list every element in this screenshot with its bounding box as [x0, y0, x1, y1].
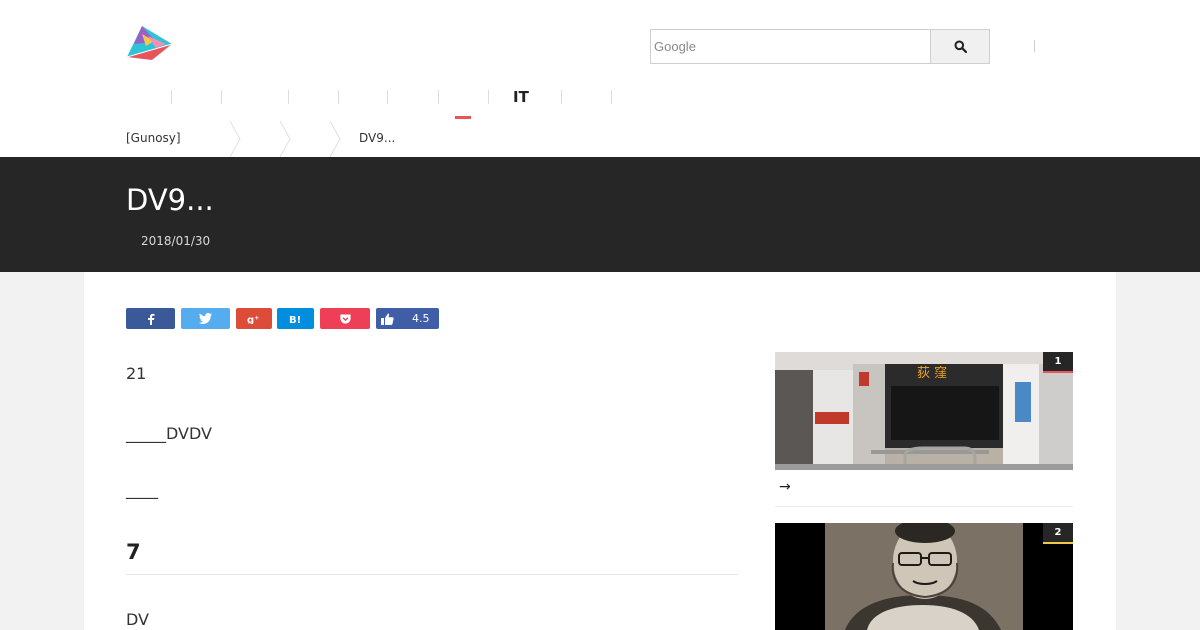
svg-text:g⁺: g⁺: [247, 315, 259, 324]
header-divider: [1034, 40, 1035, 52]
nav-separator: [387, 90, 388, 104]
hatena-bookmark-share-button[interactable]: B!: [277, 308, 314, 329]
rank-accent-line: [1043, 371, 1073, 373]
nav-separator: [288, 90, 289, 104]
ranking-card-image[interactable]: 2: [775, 523, 1073, 630]
nav-active-indicator: [455, 116, 471, 119]
nav-separator: [338, 90, 339, 104]
breadcrumb-chevron-icon: [329, 121, 341, 157]
card-divider: [775, 506, 1073, 507]
rank-accent-line: [1043, 542, 1073, 544]
article-section-heading: 7: [126, 540, 141, 564]
paper-plane-logo-icon[interactable]: [126, 24, 174, 62]
nav-separator: [221, 90, 222, 104]
subway-train-platform-photo: 荻 窪: [775, 352, 1073, 470]
article-paragraph-2: _____DVDV: [126, 424, 212, 443]
search-button[interactable]: [930, 29, 990, 64]
twitter-icon: [199, 313, 212, 324]
search-form: [650, 29, 990, 64]
google-plus-share-button[interactable]: g⁺: [236, 308, 272, 329]
svg-text:荻 窪: 荻 窪: [917, 365, 947, 381]
article-header: DV9... 2018/01/30: [0, 157, 1200, 272]
ranking-card-1[interactable]: 荻 窪 1 →: [775, 352, 1073, 507]
article-paragraph-3: ____: [126, 480, 158, 499]
nav-separator: [438, 90, 439, 104]
ranking-card-image[interactable]: 荻 窪 1: [775, 352, 1073, 470]
facebook-icon: [147, 313, 154, 325]
breadcrumb-home[interactable]: [Gunosy]: [126, 131, 181, 145]
ranking-card-caption[interactable]: →: [779, 479, 791, 495]
article-title: DV9...: [126, 183, 214, 217]
nav-separator: [171, 90, 172, 104]
like-button[interactable]: 4.5: [376, 308, 439, 329]
rank-badge: 2: [1043, 523, 1073, 543]
man-portrait-illustration: [775, 523, 1073, 630]
main-content: g⁺ B! 4.5 21 _____DVDV ____ 7 DV 荻 窪 1 →…: [84, 272, 1116, 630]
search-icon: [954, 40, 967, 53]
twitter-share-button[interactable]: [181, 308, 230, 329]
google-plus-icon: g⁺: [247, 315, 259, 324]
nav-separator: [561, 90, 562, 104]
breadcrumb-chevron-icon: [229, 121, 241, 157]
pocket-icon: [339, 314, 351, 324]
facebook-share-button[interactable]: [126, 308, 175, 329]
pocket-share-button[interactable]: [320, 308, 370, 329]
article-paragraph-4: DV: [126, 610, 149, 629]
breadcrumb-chevron-icon: [279, 121, 291, 157]
breadcrumb-current: DV9...: [359, 131, 396, 145]
svg-text:B!: B!: [289, 315, 301, 324]
ranking-card-2[interactable]: 2: [775, 523, 1073, 630]
article-date: 2018/01/30: [141, 234, 211, 248]
like-count: 4.5: [412, 312, 430, 325]
site-header: IT: [0, 0, 1200, 122]
search-input[interactable]: [650, 29, 930, 64]
nav-separator: [488, 90, 489, 104]
breadcrumb: [Gunosy] DV9...: [0, 121, 1200, 157]
rank-badge: 1: [1043, 352, 1073, 372]
nav-separator: [611, 90, 612, 104]
thumbs-up-icon: [381, 313, 394, 325]
hatena-bookmark-icon: B!: [289, 315, 301, 324]
heading-divider: [126, 574, 738, 575]
nav-item-label: IT: [513, 88, 529, 106]
article-paragraph-1: 21: [126, 364, 147, 383]
